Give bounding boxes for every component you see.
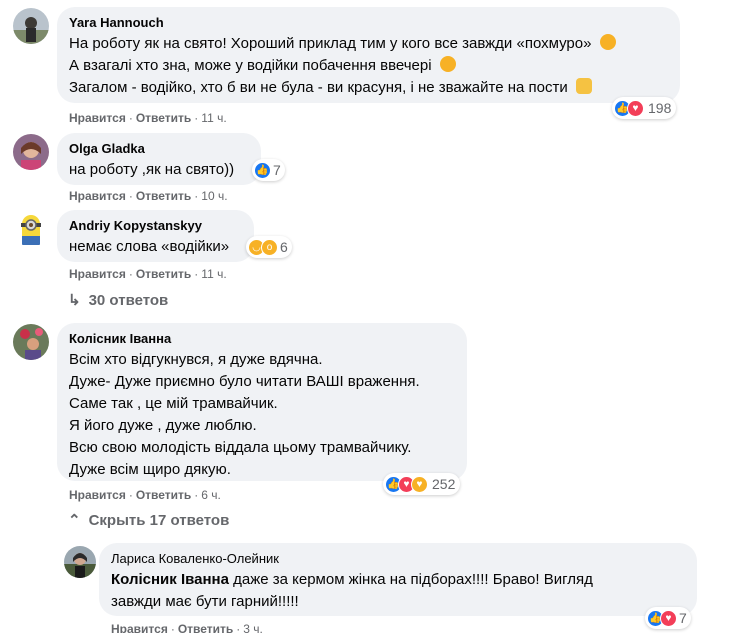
reaction-count: 198 (648, 100, 672, 116)
wow-icon: o (261, 238, 278, 256)
avatar[interactable] (13, 324, 49, 360)
comment-bubble: Колісник Іванна Всім хто відгукнувся, я … (57, 323, 467, 481)
comment-actions: Нравится · Ответить · 10 ч. (69, 189, 228, 203)
comment-bubble: Olga Gladka на роботу ,як на свято)) (57, 133, 261, 185)
reaction-summary[interactable]: 👍 ♥ ♥ 252 (383, 473, 461, 495)
comment-bubble: Yara Hannouch На роботу як на свято! Хор… (57, 7, 680, 103)
like-button[interactable]: Нравится (111, 622, 168, 633)
comment-text: Дуже- Дуже приємно було читати ВАШІ враж… (69, 373, 420, 390)
timestamp[interactable]: 10 ч. (201, 189, 227, 203)
avatar[interactable] (13, 211, 49, 247)
reaction-summary[interactable]: ◡ o 6 (246, 236, 292, 258)
chevron-up-icon: ⌃ (68, 512, 81, 529)
hide-replies-label: Скрыть 17 ответов (88, 512, 230, 529)
comment-actions: Нравится · Ответить · 11 ч. (69, 111, 227, 125)
love-icon: ♥ (660, 609, 677, 627)
comment-actions: Нравится · Ответить · 11 ч. (69, 267, 227, 281)
comment-author[interactable]: Yara Hannouch (69, 15, 668, 31)
comment-text: даже за кермом жінка на підборах!!!! Бра… (233, 571, 593, 588)
timestamp[interactable]: 11 ч. (201, 111, 226, 125)
like-button[interactable]: Нравится (69, 267, 126, 281)
hide-replies-link[interactable]: ⌃ Скрыть 17 ответов (68, 511, 229, 529)
comment-text: немає слова «водійки» (69, 238, 230, 255)
like-button[interactable]: Нравится (69, 189, 126, 203)
comment-text: А взагалі хто зна, може у водійки побаче… (69, 57, 432, 74)
timestamp[interactable]: 6 ч. (201, 488, 221, 502)
comment-author[interactable]: Olga Gladka (69, 141, 249, 157)
reaction-count: 7 (679, 610, 687, 626)
mention-link[interactable]: Колісник Іванна (111, 571, 229, 588)
comment-text: Я його дуже , дуже люблю. (69, 417, 257, 434)
care-icon: ♥ (411, 475, 428, 493)
view-replies-link[interactable]: ↳ 30 ответов (68, 291, 168, 309)
avatar[interactable] (13, 8, 49, 44)
like-button[interactable]: Нравится (69, 111, 126, 125)
avatar[interactable] (13, 134, 49, 170)
comment-author[interactable]: Andriy Kopystanskyy (69, 218, 242, 234)
reaction-summary[interactable]: 👍 ♥ 198 (612, 97, 677, 119)
smiling-hearts-emoji-icon (439, 56, 456, 72)
love-icon: ♥ (627, 99, 644, 117)
reaction-count: 252 (432, 476, 456, 492)
reply-button[interactable]: Ответить (178, 622, 233, 633)
timestamp[interactable]: 3 ч. (243, 622, 263, 633)
reaction-count: 6 (280, 239, 288, 255)
comment-text: Загалом - водійко, хто б ви не була - ви… (69, 79, 568, 96)
like-button[interactable]: Нравится (69, 488, 126, 502)
comment-actions: Нравится · Ответить · 6 ч. (69, 488, 221, 502)
comment-bubble: Лариса Коваленко-Олейник Колісник Іванна… (99, 543, 697, 616)
comment-text: на роботу ,як на свято)) (69, 161, 235, 178)
view-replies-label: 30 ответов (88, 292, 169, 309)
comment-text: Саме так , це мій трамвайчик. (69, 395, 278, 412)
comment-bubble: Andriy Kopystanskyy немає слова «водійки… (57, 210, 254, 262)
timestamp[interactable]: 11 ч. (201, 267, 226, 281)
reaction-summary[interactable]: 👍 7 (252, 159, 285, 181)
comment-author[interactable]: Колісник Іванна (69, 331, 455, 347)
reaction-summary[interactable]: 👍 ♥ 7 (645, 607, 691, 629)
like-icon: 👍 (254, 161, 271, 179)
comment-text: завжди має бути гарний!!!!! (111, 593, 299, 610)
reply-button[interactable]: Ответить (136, 189, 191, 203)
comment-text: Всім хто відгукнувся, я дуже вдячна. (69, 351, 323, 368)
avatar[interactable] (64, 546, 96, 578)
laughing-emoji-icon (599, 34, 616, 50)
comment-text: Всю свою молодість віддала цьому трамвай… (69, 439, 412, 456)
reaction-count: 7 (273, 162, 281, 178)
reply-button[interactable]: Ответить (136, 267, 191, 281)
reply-arrow-icon: ↳ (68, 292, 81, 309)
reply-button[interactable]: Ответить (136, 111, 191, 125)
ok-hand-emoji-icon (575, 78, 592, 94)
reply-button[interactable]: Ответить (136, 488, 191, 502)
comment-author[interactable]: Лариса Коваленко-Олейник (111, 551, 685, 567)
comment-text: На роботу як на свято! Хороший приклад т… (69, 35, 592, 52)
comment-actions: Нравится · Ответить · 3 ч. (111, 621, 263, 633)
